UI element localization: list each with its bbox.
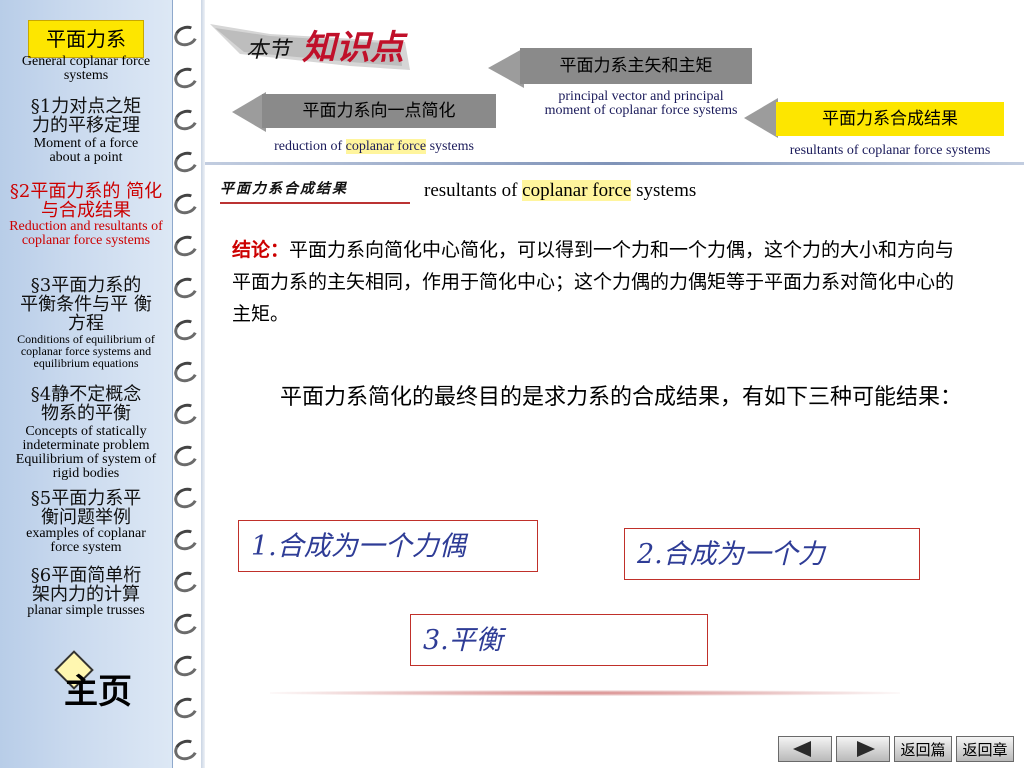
binding-ring [171, 190, 201, 218]
topic-en: resultants of coplanar force systems [424, 180, 696, 202]
tab-reduction-sub-post: systems [426, 139, 474, 154]
prev-button[interactable] [778, 736, 832, 762]
binding-ring [171, 316, 201, 344]
sidebar-item-cn: §3平面力系的 平衡条件与平 衡方程 [20, 275, 152, 334]
header-divider [205, 162, 1024, 165]
topic-en-pre: resultants of [424, 180, 523, 201]
home-button[interactable]: 主页 [52, 650, 152, 712]
conclusion-label: 结论： [232, 239, 290, 261]
sidebar-item-cn: §5平面力系平 衡问题举例 [30, 488, 142, 528]
tab-reduction-sub-pre: reduction of [274, 139, 346, 154]
back-to-part-button[interactable]: 返回篇 [894, 736, 952, 762]
binding-ring [171, 568, 201, 596]
sidebar-item-cn: §1力对点之矩 力的平移定理 [30, 96, 142, 136]
sidebar-item-reduction[interactable]: §2平面力系的 简化与合成结果 Reduction and resultants… [0, 182, 172, 248]
binding-ring [171, 652, 201, 680]
tab-resultants[interactable]: 平面力系合成结果 [776, 102, 1004, 136]
tab-reduction[interactable]: 平面力系向一点简化 [262, 94, 496, 128]
banner-text-b: 知识点 [302, 28, 404, 68]
sidebar-item-en: Moment of a force about a point [33, 136, 139, 165]
binding-ring [171, 442, 201, 470]
tab2-pointer [488, 48, 524, 88]
intro-paragraph: 平面力系简化的最终目的是求力系的合成结果，有如下三种可能结果： [280, 385, 963, 410]
binding-ring [171, 526, 201, 554]
topic-en-hl: coplanar force [522, 180, 632, 201]
tab-reduction-sub: reduction of coplanar force systems [232, 139, 516, 154]
conclusion-block: 结论：平面力系向简化中心简化，可以得到一个力和一个力偶，这个力的大小和方向与平面… [232, 234, 962, 330]
sidebar-item-en: examples of coplanar force system [26, 526, 146, 555]
sidebar-item-equilibrium[interactable]: §3平面力系的 平衡条件与平 衡方程 Conditions of equilib… [0, 276, 172, 369]
binding-ring [171, 694, 201, 722]
home-label: 主页 [64, 672, 132, 712]
tab3-pointer [744, 98, 778, 138]
binding-ring [171, 64, 201, 92]
sidebar-item-en: Conditions of equilibrium of coplanar fo… [17, 332, 155, 370]
binding-ring [171, 232, 201, 260]
bottom-divider [270, 690, 900, 696]
binding-ring [171, 358, 201, 386]
spiral-binding [171, 0, 202, 768]
tab-reduction-sub-hl: coplanar force [345, 139, 427, 154]
result-force[interactable]: 2.合成为一个力 [624, 528, 920, 580]
conclusion-text: 平面力系向简化中心简化，可以得到一个力和一个力偶，这个力的大小和方向与平面力系的… [232, 239, 955, 325]
result-equilibrium[interactable]: 3.平衡 [410, 614, 708, 666]
banner-text-a: 本节 [246, 38, 291, 63]
binding-ring [171, 148, 201, 176]
tab-principal-sub-line2: moment of coplanar force systems [544, 103, 738, 118]
sidebar-item-examples[interactable]: §5平面力系平 衡问题举例 examples of coplanar force… [0, 489, 172, 555]
next-button[interactable] [836, 736, 890, 762]
sidebar-title[interactable]: 平面力系 [28, 20, 144, 58]
tab-principal[interactable]: 平面力系主矢和主矩 [520, 48, 752, 84]
sidebar-subtitle-text: General coplanar force systems [21, 54, 151, 83]
topic-cn: 平面力系合成结果 [220, 178, 410, 204]
binding-ring [171, 736, 201, 764]
prev-arrow-icon [793, 741, 811, 757]
sidebar-item-trusses[interactable]: §6平面简单桁 架内力的计算 planar simple trusses [0, 566, 172, 618]
section-banner: 本节 知识点 [210, 14, 420, 74]
result-couple[interactable]: 1.合成为一个力偶 [238, 520, 538, 572]
tab1-pointer [232, 92, 266, 132]
sidebar-item-cn: §6平面简单桁 架内力的计算 [30, 565, 142, 605]
sidebar-item-en: Reduction and resultants of coplanar for… [9, 219, 163, 248]
sidebar: 平面力系 General coplanar force systems §1力对… [0, 0, 173, 768]
back-to-chapter-button[interactable]: 返回章 [956, 736, 1014, 762]
binding-ring [171, 610, 201, 638]
tab-principal-sub-line1: principal vector and principal [558, 89, 724, 104]
binding-ring [171, 484, 201, 512]
sidebar-subtitle: General coplanar force systems [0, 55, 172, 83]
binding-edge [201, 0, 205, 768]
tab-resultants-sub: resultants of coplanar force systems [789, 143, 991, 158]
sidebar-item-en: planar simple trusses [27, 603, 145, 618]
binding-ring [171, 106, 201, 134]
sidebar-item-statically-indeterminate[interactable]: §4静不定概念 物系的平衡 Concepts of statically ind… [0, 385, 172, 481]
sidebar-item-cn: §4静不定概念 物系的平衡 [30, 384, 142, 424]
binding-ring [171, 400, 201, 428]
sidebar-item-en: Concepts of statically indeterminate pro… [15, 424, 157, 481]
binding-ring [171, 22, 201, 50]
tab-principal-sub: principal vector and principal moment of… [520, 90, 762, 118]
next-arrow-icon [857, 741, 875, 757]
topic-en-post: systems [631, 180, 697, 201]
sidebar-item-moment[interactable]: §1力对点之矩 力的平移定理 Moment of a force about a… [0, 97, 172, 165]
sidebar-item-cn: §2平面力系的 简化与合成结果 [9, 181, 163, 221]
binding-ring [171, 274, 201, 302]
